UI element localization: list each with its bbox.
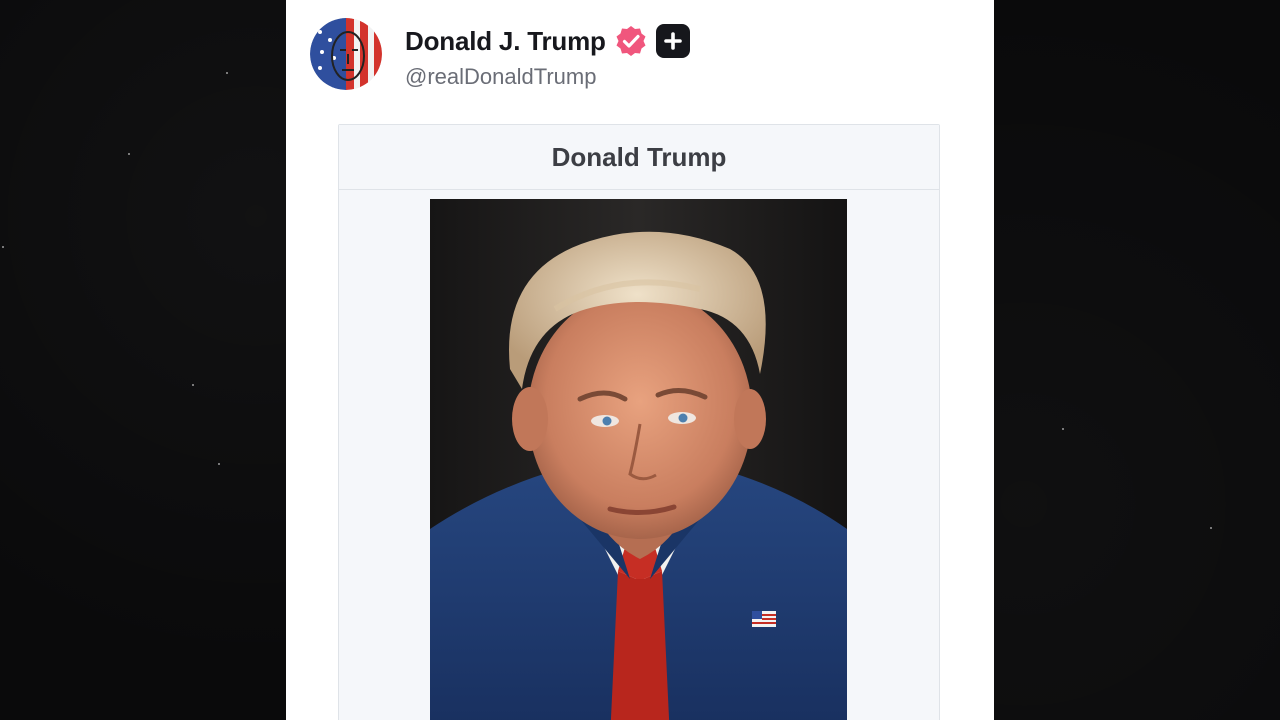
plus-icon [663,32,682,50]
flag-face-avatar-icon [310,18,382,90]
card-title-bar: Donald Trump [339,125,939,190]
post-header: Donald J. Trump @realDonaldTrump [310,18,970,92]
media-card[interactable]: Donald Trump [338,124,940,720]
flag-pin-icon [752,611,776,627]
avatar[interactable] [310,18,382,90]
plus-badge-icon [655,24,690,58]
verified-badge-icon [616,26,646,56]
video-frame: Donald J. Trump @realDonaldTrump Donald … [0,0,1280,720]
portrait-image [430,199,847,720]
social-post: Donald J. Trump @realDonaldTrump Donald … [286,0,994,720]
name-row: Donald J. Trump [405,24,690,58]
card-title: Donald Trump [551,141,727,172]
display-name[interactable]: Donald J. Trump [405,26,606,57]
portrait-photo[interactable] [430,199,847,720]
user-handle[interactable]: @realDonaldTrump [405,64,596,90]
